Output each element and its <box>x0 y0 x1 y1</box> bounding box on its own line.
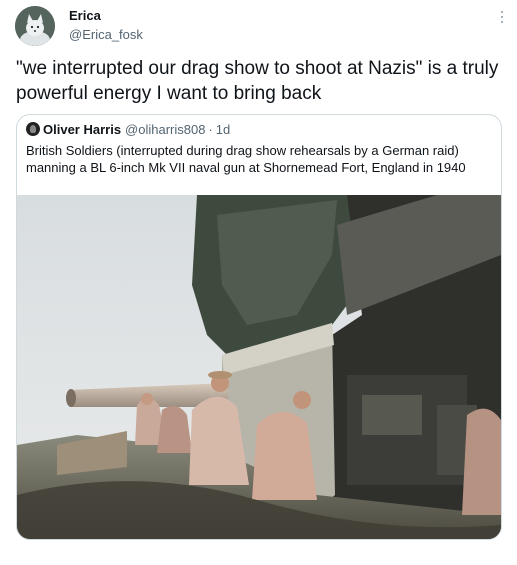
more-options-icon[interactable] <box>499 10 505 26</box>
quoted-author-name[interactable]: Oliver Harris <box>43 122 121 137</box>
tweet-text: "we interrupted our drag show to shoot a… <box>16 58 499 104</box>
quoted-author-handle[interactable]: @oliharris808 <box>125 122 205 137</box>
author-avatar[interactable] <box>15 6 55 46</box>
author-handle[interactable]: @Erica_fosk <box>69 27 143 42</box>
arctic-fox-avatar-icon <box>15 6 55 46</box>
quoted-author-avatar[interactable] <box>26 122 40 136</box>
meta-separator: · <box>208 121 213 137</box>
author-name[interactable]: Erica <box>69 8 101 23</box>
quoted-timestamp[interactable]: 1d <box>216 122 230 137</box>
quoted-tweet-card[interactable]: Oliver Harris @oliharris808 · 1d British… <box>16 114 502 540</box>
quoted-photo[interactable] <box>17 195 501 539</box>
quoted-tweet-text: British Soldiers (interrupted during dra… <box>26 143 466 175</box>
quoted-tweet-header: Oliver Harris @oliharris808 · 1d <box>26 121 230 137</box>
